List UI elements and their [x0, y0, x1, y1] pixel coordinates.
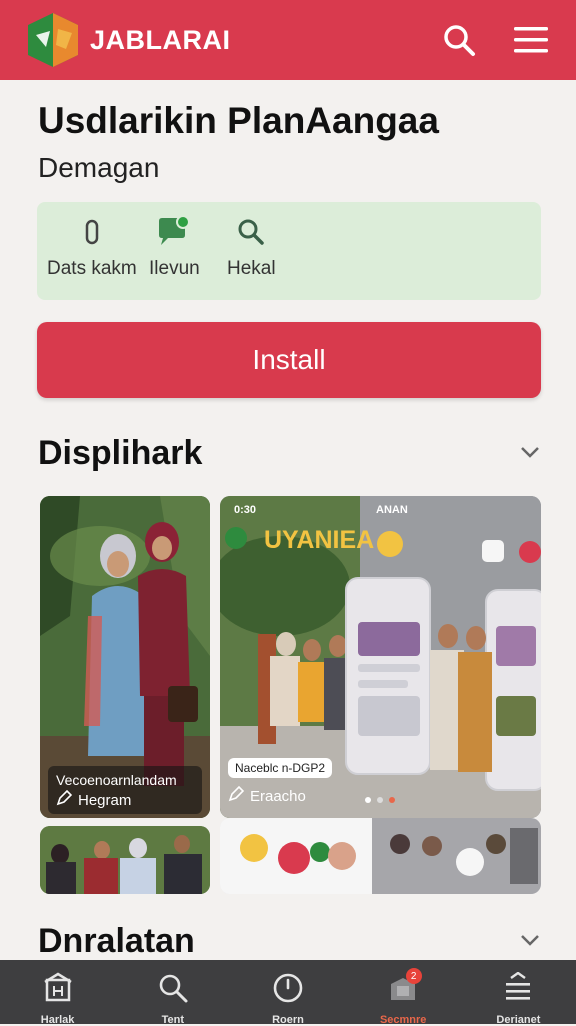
clock-icon: [272, 972, 304, 1009]
screenshot-header-text: UYANIEA: [264, 526, 375, 554]
screenshot-caption: Vecoenoarnlandam Hegram: [48, 766, 202, 814]
top-app-bar: JABLARAI: [0, 0, 576, 80]
screenshot-card-2[interactable]: 0:30 ANAN UYANIEA Naceblc n-DGP2 Eraacho: [220, 496, 541, 818]
app-info-box: Dats kakm Ilevun Hekal: [37, 202, 541, 300]
app-logo-icon[interactable]: [26, 11, 80, 69]
app-subtitle: Demagan: [38, 152, 160, 183]
nav-label: Roern: [272, 1014, 304, 1026]
edit-icon: [228, 785, 245, 806]
nav-label: Derianet: [496, 1014, 541, 1026]
info-item-label: Dats kakm: [47, 258, 137, 279]
nav-label: Secmnre: [379, 1014, 427, 1026]
chevron-down-icon[interactable]: [518, 928, 542, 952]
info-item-label: Hekal: [227, 258, 276, 279]
caption-title: Vecoenoarnlandam: [56, 772, 177, 788]
install-button[interactable]: Install: [37, 322, 541, 398]
brand-name: JABLARAI: [90, 24, 231, 55]
lock-icon: [84, 212, 100, 252]
nav-item-home[interactable]: Harlak: [0, 960, 115, 1026]
info-item-privacy: Dats kakm: [47, 212, 137, 280]
search-icon: [157, 972, 189, 1009]
status-carrier: ANAN: [376, 504, 408, 516]
caption-subtitle: Hegram: [78, 791, 132, 809]
screenshot-card-3[interactable]: [40, 826, 210, 894]
edit-icon: [56, 789, 73, 810]
info-item-search: Hekal: [227, 212, 276, 280]
home-icon: [43, 972, 73, 1007]
nav-item-recent[interactable]: Roern: [230, 960, 345, 1026]
list-icon: [503, 971, 533, 1009]
app-title: Usdlarikin PlanAangaa: [38, 100, 439, 141]
chevron-down-icon[interactable]: [518, 440, 542, 464]
nav-item-library[interactable]: 2 Secmnre: [346, 960, 461, 1026]
search-icon[interactable]: [440, 21, 478, 59]
section-title-details: Dnralatan: [38, 922, 195, 960]
screenshot-card-4[interactable]: [220, 818, 541, 894]
chat-icon: [156, 212, 192, 252]
status-time: 0:30: [234, 504, 257, 516]
screenshot-photo: [40, 826, 210, 894]
info-item-label: Ilevun: [149, 258, 200, 279]
screenshot-pill: Naceblc n-DGP2: [228, 758, 333, 778]
screenshot-photo: [220, 818, 541, 894]
nav-label: Harlak: [40, 1014, 75, 1026]
screenshot-caption: Eraacho: [228, 785, 306, 806]
info-item-chat: Ilevun: [149, 212, 200, 280]
screenshot-card-1[interactable]: Vecoenoarnlandam Hegram: [40, 496, 210, 818]
bottom-navigation: Harlak Tent Roern 2 Secmnre Derianet: [0, 960, 576, 1026]
search-icon: [236, 212, 266, 252]
menu-icon[interactable]: [512, 21, 550, 59]
nav-item-more[interactable]: Derianet: [461, 960, 576, 1026]
nav-label: Tent: [161, 1014, 184, 1026]
caption-subtitle: Eraacho: [250, 787, 306, 805]
section-title-screenshots: Displihark: [38, 434, 203, 472]
nav-item-search[interactable]: Tent: [115, 960, 230, 1026]
notification-badge: 2: [405, 968, 422, 984]
